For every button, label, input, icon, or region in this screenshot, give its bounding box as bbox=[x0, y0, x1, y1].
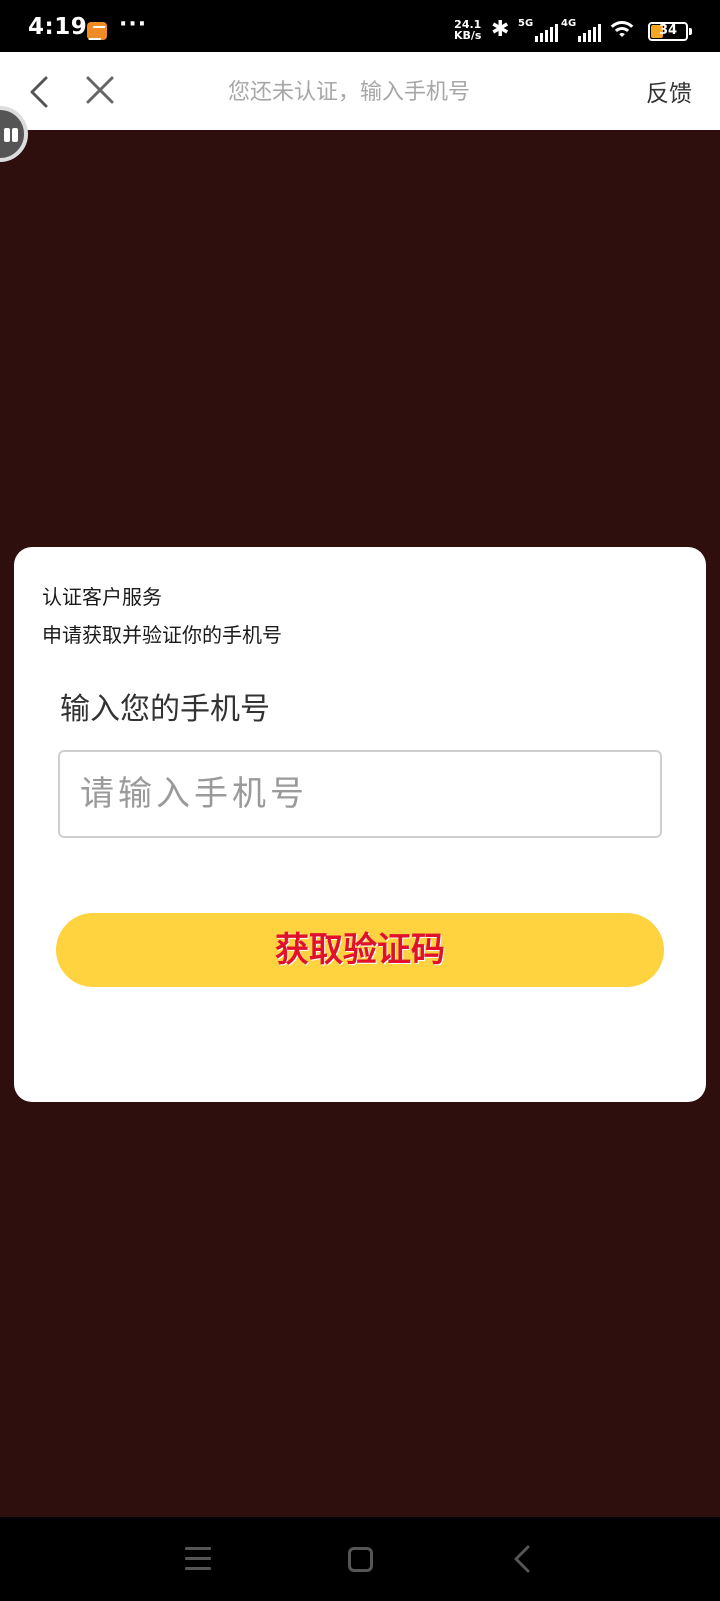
signal-4g-label: 4G bbox=[561, 18, 577, 29]
system-back-icon[interactable] bbox=[512, 1545, 532, 1573]
get-verification-code-button[interactable]: 获取验证码 bbox=[56, 913, 664, 987]
battery-level: 34 bbox=[658, 23, 678, 38]
status-bar: 4:19 ··· 24.1 KB/s ✱ 5G 4G 34 bbox=[0, 0, 720, 52]
verification-dialog: 认证客户服务 申请获取并验证你的手机号 输入您的手机号 获取验证码 bbox=[14, 547, 706, 1102]
home-icon[interactable] bbox=[348, 1547, 373, 1572]
phone-input[interactable] bbox=[58, 750, 662, 838]
phone-field-label: 输入您的手机号 bbox=[60, 692, 270, 727]
wifi-icon bbox=[606, 19, 638, 43]
feedback-button[interactable]: 反馈 bbox=[646, 74, 692, 108]
more-notifications-icon: ··· bbox=[119, 12, 148, 37]
app-notification-icon bbox=[87, 22, 107, 40]
close-icon[interactable] bbox=[80, 70, 120, 110]
bluetooth-icon: ✱ bbox=[491, 17, 510, 42]
status-time: 4:19 bbox=[28, 14, 88, 40]
dialog-description: 申请获取并验证你的手机号 bbox=[42, 623, 282, 647]
signal-5g-icon: 5G bbox=[518, 18, 558, 42]
network-speed: 24.1 KB/s bbox=[454, 19, 481, 41]
system-navigation-bar bbox=[0, 1517, 720, 1601]
page-title: 您还未认证，输入手机号 bbox=[228, 80, 471, 105]
battery-icon: 34 bbox=[648, 22, 692, 41]
recent-apps-icon[interactable] bbox=[185, 1547, 211, 1571]
top-nav-bar: 您还未认证，输入手机号 反馈 bbox=[0, 52, 720, 130]
dialog-title: 认证客户服务 bbox=[42, 585, 162, 609]
signal-4g-icon: 4G bbox=[561, 18, 601, 42]
signal-5g-label: 5G bbox=[518, 18, 534, 29]
back-icon[interactable] bbox=[22, 72, 62, 112]
network-speed-unit: KB/s bbox=[454, 29, 482, 42]
